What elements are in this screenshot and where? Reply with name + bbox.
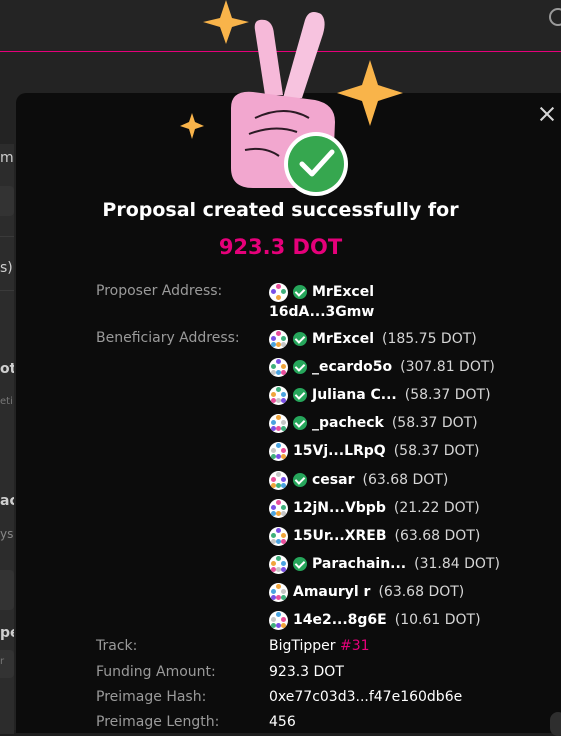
avatar <box>269 526 288 546</box>
beneficiary-balance: (10.61 DOT) <box>394 612 481 628</box>
proposal-amount: 923.3 DOT <box>218 235 343 259</box>
close-icon[interactable] <box>536 103 558 125</box>
avatar <box>269 554 288 574</box>
track-value: BigTipper #31 <box>269 638 370 654</box>
beneficiary-row[interactable]: _pacheck (58.37 DOT) <box>269 412 478 434</box>
beneficiary-balance: (58.37 DOT) <box>393 443 480 459</box>
beneficiary-name: 14e2...8g6E <box>293 612 387 628</box>
beneficiary-balance: (21.22 DOT) <box>393 500 480 516</box>
background-divider <box>0 290 14 291</box>
beneficiary-row[interactable]: 15Ur...XREB (63.68 DOT) <box>269 525 480 547</box>
beneficiary-name: Amauryl r <box>293 584 371 600</box>
beneficiary-row[interactable]: 12jN...Vbpb (21.22 DOT) <box>269 497 480 519</box>
beneficiary-balance: (63.68 DOT) <box>394 528 481 544</box>
verified-icon <box>293 332 307 346</box>
background-text: ys <box>0 527 14 541</box>
track-name: BigTipper <box>269 638 336 654</box>
beneficiary-balance: (31.84 DOT) <box>414 556 500 572</box>
beneficiary-address-label: Beneficiary Address: <box>96 330 240 346</box>
beneficiary-name: 12jN...Vbpb <box>293 500 386 516</box>
avatar <box>269 357 288 377</box>
avatar <box>269 413 288 433</box>
beneficiary-balance: (307.81 DOT) <box>400 359 495 375</box>
background-text: pe <box>0 625 14 641</box>
avatar <box>269 610 288 630</box>
beneficiary-name: 15Ur...XREB <box>293 528 387 544</box>
verified-icon <box>293 557 307 571</box>
proposer-name: MrExcel <box>312 284 375 300</box>
funding-amount-value: 923.3 DOT <box>269 664 344 680</box>
beneficiary-name: MrExcel <box>312 331 375 347</box>
search-icon[interactable] <box>549 8 561 26</box>
beneficiary-row[interactable]: Amauryl r (63.68 DOT) <box>269 581 464 603</box>
beneficiary-balance: (63.68 DOT) <box>378 584 465 600</box>
beneficiary-balance: (58.37 DOT) <box>391 415 478 431</box>
verified-icon <box>293 388 307 402</box>
avatar <box>269 385 288 405</box>
avatar <box>269 470 288 490</box>
beneficiary-balance: (185.75 DOT) <box>382 331 477 347</box>
proposer-address: 16dA...3Gmw <box>269 304 375 320</box>
verified-icon <box>293 473 307 487</box>
beneficiary-name: Parachain... <box>312 556 407 572</box>
beneficiary-name: cesar <box>312 472 355 488</box>
modal-title: Proposal created successfully for <box>102 199 459 221</box>
sparkle-icon <box>337 60 403 126</box>
beneficiary-name: _ecardo5o <box>312 359 393 375</box>
beneficiary-name: _pacheck <box>312 415 384 431</box>
avatar <box>269 498 288 518</box>
proposer-address-label: Proposer Address: <box>96 283 223 299</box>
avatar <box>269 282 288 302</box>
success-check-icon <box>284 132 348 196</box>
proposer-identity[interactable]: MrExcel <box>269 281 374 303</box>
beneficiary-row[interactable]: 15Vj...LRpQ (58.37 DOT) <box>269 440 480 462</box>
funding-amount-label: Funding Amount: <box>96 664 216 680</box>
verified-icon <box>293 416 307 430</box>
beneficiary-row[interactable]: 14e2...8g6E (10.61 DOT) <box>269 609 481 631</box>
beneficiary-row[interactable]: MrExcel (185.75 DOT) <box>269 328 477 350</box>
avatar <box>269 582 288 602</box>
avatar <box>269 441 288 461</box>
sparkle-icon <box>203 0 249 44</box>
track-label: Track: <box>96 638 138 654</box>
background-text: m t <box>0 150 14 166</box>
preimage-hash-value[interactable]: 0xe77c03d3...f47e160db6e <box>269 689 462 705</box>
verified-icon <box>293 360 307 374</box>
sparkle-icon <box>180 113 204 139</box>
verified-icon <box>293 285 307 299</box>
preimage-hash-label: Preimage Hash: <box>96 689 207 705</box>
beneficiary-row[interactable]: cesar (63.68 DOT) <box>269 469 448 491</box>
background-text: s) <box>0 260 13 276</box>
background-text: r <box>0 656 5 667</box>
beneficiary-name: Juliana C... <box>312 387 397 403</box>
preimage-length-label: Preimage Length: <box>96 714 220 730</box>
track-number: #31 <box>340 638 370 654</box>
beneficiary-name: 15Vj...LRpQ <box>293 443 386 459</box>
background-text: ot <box>0 361 14 377</box>
background-text: eti <box>0 396 13 407</box>
background-field <box>0 570 14 610</box>
victory-hand-illustration <box>180 0 403 196</box>
beneficiary-balance: (58.37 DOT) <box>404 387 491 403</box>
background-text: ac <box>0 493 14 509</box>
preimage-length-value: 456 <box>269 714 296 730</box>
beneficiary-row[interactable]: _ecardo5o (307.81 DOT) <box>269 356 495 378</box>
background-card <box>0 144 14 734</box>
scroll-handle[interactable] <box>550 712 561 736</box>
avatar <box>269 329 288 349</box>
beneficiary-balance: (63.68 DOT) <box>362 472 449 488</box>
beneficiary-row[interactable]: Parachain... (31.84 DOT) <box>269 553 500 575</box>
beneficiary-row[interactable]: Juliana C... (58.37 DOT) <box>269 384 491 406</box>
